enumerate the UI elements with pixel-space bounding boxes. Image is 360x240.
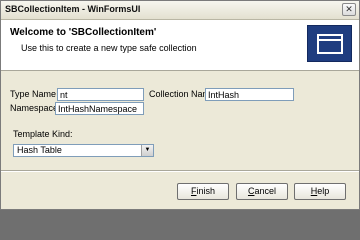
window-title: SBCollectionItem - WinFormsUI bbox=[5, 4, 141, 14]
finish-button[interactable]: Finish bbox=[177, 183, 229, 200]
wizard-window: SBCollectionItem - WinFormsUI ✕ Welcome … bbox=[0, 0, 360, 210]
collection-name-input[interactable] bbox=[205, 88, 294, 101]
template-kind-label: Template Kind: bbox=[13, 129, 73, 139]
namespace-input[interactable] bbox=[55, 102, 144, 115]
template-kind-value: Hash Table bbox=[17, 145, 62, 155]
header-subtitle: Use this to create a new type safe colle… bbox=[21, 43, 197, 53]
footer-divider bbox=[1, 170, 359, 172]
window-icon-glyph bbox=[317, 34, 343, 54]
close-button[interactable]: ✕ bbox=[342, 3, 356, 16]
namespace-label: Namespace bbox=[10, 103, 59, 113]
cancel-label: ancel bbox=[254, 186, 276, 196]
finish-label: inish bbox=[196, 186, 215, 196]
window-icon bbox=[307, 25, 352, 62]
wizard-header: Welcome to 'SBCollectionItem' Use this t… bbox=[1, 20, 359, 71]
title-bar[interactable]: SBCollectionItem - WinFormsUI ✕ bbox=[1, 1, 359, 20]
type-name-input[interactable] bbox=[57, 88, 144, 101]
header-title: Welcome to 'SBCollectionItem' bbox=[10, 27, 157, 38]
template-kind-select[interactable]: Hash Table ▼ bbox=[13, 144, 154, 157]
close-icon: ✕ bbox=[345, 4, 353, 14]
help-button[interactable]: Help bbox=[294, 183, 346, 200]
help-label: elp bbox=[317, 186, 330, 196]
cancel-button[interactable]: Cancel bbox=[236, 183, 288, 200]
chevron-down-icon[interactable]: ▼ bbox=[141, 145, 153, 156]
type-name-label: Type Name bbox=[10, 89, 57, 99]
